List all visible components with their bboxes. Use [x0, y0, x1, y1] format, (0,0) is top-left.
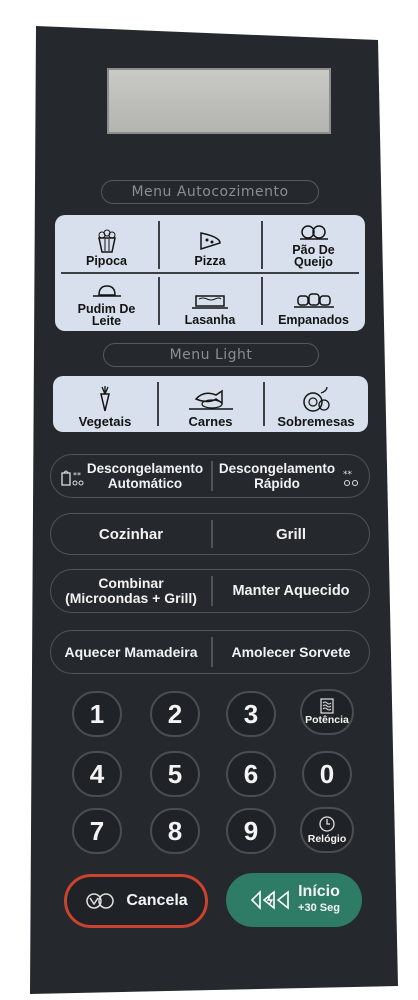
menu-item-pizza[interactable]: Pizza	[159, 215, 261, 272]
key-4[interactable]: 4	[72, 751, 122, 797]
menu-item-label: Pizza	[194, 254, 226, 268]
menu-item-empanados[interactable]: Empanados	[262, 273, 365, 331]
power-level-icon	[320, 698, 334, 714]
lcd-display	[107, 68, 331, 134]
warm-bottle-button[interactable]: Aquecer Mamadeira	[51, 631, 211, 673]
dessert-icon	[303, 386, 330, 412]
combine-button[interactable]: Combinar (Microondas + Grill)	[51, 570, 211, 612]
key-5[interactable]: 5	[150, 751, 200, 797]
key-6[interactable]: 6	[226, 751, 276, 797]
menu-item-sobremesas[interactable]: Sobremesas	[264, 376, 368, 432]
key-8[interactable]: 8	[150, 808, 200, 854]
auto-menu-title: Menu Autocozimento	[101, 180, 319, 204]
menu-item-lasanha[interactable]: Lasanha	[159, 273, 261, 331]
menu-item-label: Carnes	[188, 414, 233, 429]
start-icon	[250, 890, 289, 910]
pizza-slice-icon	[200, 232, 221, 251]
button-label: Descongelamento Rápido	[218, 461, 336, 491]
button-sublabel: +30 Seg	[298, 902, 340, 914]
breaded-food-icon	[293, 293, 334, 308]
key-1[interactable]: 1	[72, 691, 122, 737]
key-0[interactable]: 0	[302, 751, 352, 797]
button-label: Grill	[275, 525, 306, 543]
combine-keepwarm-row: Combinar (Microondas + Grill) Manter Aqu…	[50, 569, 370, 613]
cook-grill-row: Cozinhar Grill	[50, 513, 370, 555]
button-label: Cozinhar	[98, 525, 164, 543]
grill-button[interactable]: Grill	[212, 514, 370, 554]
button-label: Potência	[305, 714, 349, 726]
button-label: Relógio	[307, 833, 347, 845]
button-label: Início	[298, 883, 340, 900]
light-menu-box: Vegetais Carnes Sobremesas	[53, 376, 368, 432]
menu-item-label: Vegetais	[78, 414, 132, 429]
pudding-icon	[92, 285, 121, 297]
soften-icecream-button[interactable]: Amolecer Sorvete	[212, 631, 370, 673]
menu-item-label: Sobremesas	[277, 414, 355, 429]
defrost-icon: **	[61, 470, 84, 486]
menu-item-carnes[interactable]: Carnes	[158, 376, 263, 432]
quick-defrost-icon: **	[343, 470, 358, 486]
button-label: Manter Aquecido	[232, 582, 350, 599]
key-7[interactable]: 7	[72, 808, 122, 854]
menu-item-label: Pão De Queijo	[292, 243, 335, 269]
svg-text:**: **	[343, 470, 353, 480]
button-label: Amolecer Sorvete	[231, 643, 351, 660]
menu-item-pudim-de-leite[interactable]: Pudim De Leite	[55, 273, 158, 331]
menu-item-pipoca[interactable]: Pipoca	[55, 215, 158, 272]
menu-item-label: Empanados	[278, 313, 349, 327]
key-3[interactable]: 3	[226, 691, 276, 737]
button-label: Combinar (Microondas + Grill)	[65, 575, 197, 606]
lasagna-icon	[192, 295, 228, 309]
light-menu-title: Menu Light	[103, 343, 319, 367]
microwave-control-panel: Menu Autocozimento Pipoca Pizza Pão De Q…	[0, 0, 418, 1000]
button-label: Aquecer Mamadeira	[64, 643, 198, 660]
power-button[interactable]: Potência	[300, 689, 354, 735]
menu-item-label: Lasanha	[184, 313, 236, 327]
fish-meat-icon	[188, 389, 233, 410]
keep-warm-button[interactable]: Manter Aquecido	[212, 570, 370, 612]
panel-background	[30, 26, 398, 994]
cancel-button[interactable]: Cancela	[64, 874, 208, 928]
menu-item-label: Pipoca	[86, 254, 127, 268]
popcorn-icon	[97, 229, 116, 253]
cheese-bread-icon	[299, 225, 328, 240]
defrost-row: Descongelamento Automático ** Descongela…	[50, 454, 370, 498]
clock-icon	[319, 816, 335, 832]
button-label: Descongelamento Automático	[86, 461, 204, 491]
auto-menu-box: Pipoca Pizza Pão De Queijo Pudim De Leit…	[55, 215, 365, 331]
menu-item-vegetais[interactable]: Vegetais	[53, 376, 157, 432]
carrot-icon	[100, 386, 110, 412]
key-2[interactable]: 2	[150, 691, 200, 737]
menu-item-pao-de-queijo[interactable]: Pão De Queijo	[262, 215, 365, 272]
bottle-icecream-row: Aquecer Mamadeira Amolecer Sorvete	[50, 630, 370, 674]
clock-button[interactable]: Relógio	[300, 807, 354, 853]
start-button[interactable]: Início +30 Seg	[226, 873, 362, 927]
button-label: Cancela	[126, 892, 188, 909]
start-label-group: Início +30 Seg	[298, 884, 340, 916]
cook-button[interactable]: Cozinhar	[51, 514, 211, 554]
menu-item-label: Pudim De Leite	[77, 302, 136, 328]
key-9[interactable]: 9	[226, 808, 276, 854]
cancel-icon	[86, 893, 115, 909]
svg-text:**: **	[73, 471, 81, 480]
